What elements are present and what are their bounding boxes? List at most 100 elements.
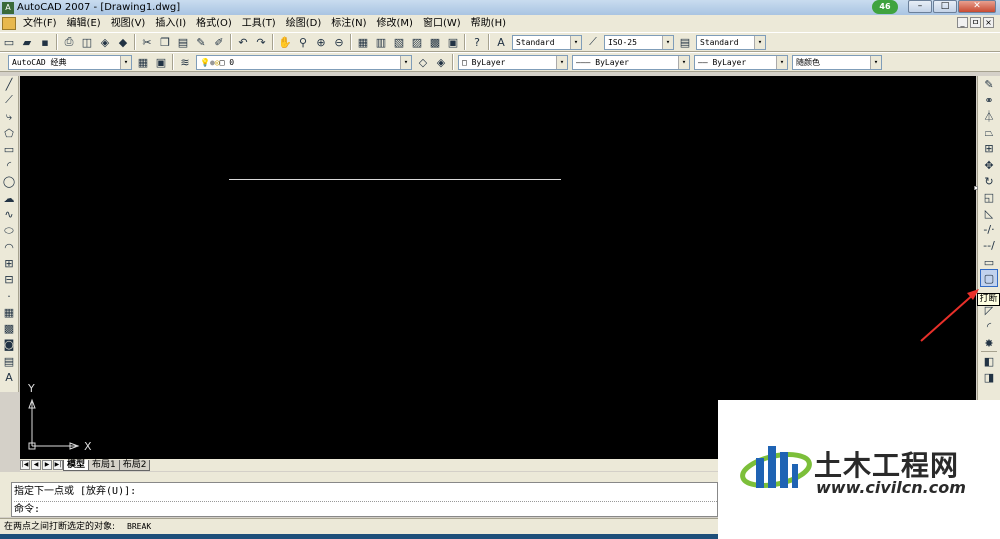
- rotate-icon[interactable]: ↻: [981, 173, 997, 189]
- autocad-app-icon[interactable]: A: [2, 1, 14, 14]
- insert-block-icon[interactable]: ⊞: [1, 255, 17, 271]
- workspace-save-icon[interactable]: ▣: [153, 54, 169, 70]
- text-style-select[interactable]: Standard ▾: [512, 34, 582, 50]
- publish-icon[interactable]: ◈: [97, 34, 113, 50]
- mirror-icon[interactable]: ⏃: [981, 108, 997, 124]
- menu-file[interactable]: 文件(F): [18, 15, 62, 32]
- menu-window[interactable]: 窗口(W): [418, 15, 466, 32]
- menu-edit[interactable]: 编辑(E): [62, 15, 106, 32]
- command-line[interactable]: 指定下一点或 [放弃(U)]: 命令:: [11, 482, 719, 517]
- menu-tools[interactable]: 工具(T): [237, 15, 281, 32]
- plot-preview-icon[interactable]: ◫: [79, 34, 95, 50]
- tab-next-button[interactable]: ▶: [42, 460, 52, 470]
- ellipse-arc-icon[interactable]: ◠: [1, 239, 17, 255]
- menu-view[interactable]: 视图(V): [106, 15, 151, 32]
- erase-icon[interactable]: ✎: [981, 76, 997, 92]
- array-icon[interactable]: ⊞: [981, 141, 997, 157]
- paste-icon[interactable]: ▤: [175, 34, 191, 50]
- properties-icon[interactable]: ▦: [355, 34, 371, 50]
- markup-icon[interactable]: ▩: [427, 34, 443, 50]
- zoom-window-icon[interactable]: ⊕: [313, 34, 329, 50]
- doc-minimize-button[interactable]: _: [957, 17, 968, 28]
- text-style-icon[interactable]: A: [493, 34, 509, 50]
- layer-previous-icon[interactable]: ◈: [433, 54, 449, 70]
- ellipse-icon[interactable]: ⬭: [1, 223, 17, 239]
- table-icon[interactable]: ▤: [1, 353, 17, 369]
- scale-icon[interactable]: ◱: [981, 189, 997, 205]
- workspace-select[interactable]: AutoCAD 经典 ▾: [8, 54, 132, 70]
- line-icon[interactable]: ╱: [1, 76, 17, 92]
- lineweight-select[interactable]: —— ByLayer ▾: [694, 54, 788, 70]
- multiline-text-icon[interactable]: A: [1, 369, 17, 385]
- zoom-realtime-icon[interactable]: ⚲: [295, 34, 311, 50]
- break-at-point-icon[interactable]: ▭: [981, 254, 997, 270]
- match-properties-icon[interactable]: ✎: [193, 34, 209, 50]
- 3d-dwf-icon[interactable]: ◆: [115, 34, 131, 50]
- make-block-icon[interactable]: ⊟: [1, 272, 17, 288]
- redo-icon[interactable]: ↷: [253, 34, 269, 50]
- construction-line-icon[interactable]: ⟋: [1, 92, 17, 108]
- break-icon[interactable]: ▢: [980, 269, 998, 288]
- draw-order-icon[interactable]: ◧: [981, 353, 997, 369]
- circle-icon[interactable]: ◯: [1, 174, 17, 190]
- linetype-select[interactable]: ——— ByLayer ▾: [572, 54, 690, 70]
- hatch-icon[interactable]: ▦: [1, 304, 17, 320]
- zoom-previous-icon[interactable]: ⊖: [331, 34, 347, 50]
- doc-close-button[interactable]: ×: [983, 17, 994, 28]
- tab-layout2[interactable]: 布局2: [118, 459, 151, 471]
- cut-icon[interactable]: ✂: [139, 34, 155, 50]
- tab-model[interactable]: 模型: [63, 459, 90, 471]
- doc-restore-button[interactable]: ㅁ: [970, 17, 981, 28]
- close-button[interactable]: ✕: [958, 0, 996, 13]
- workspace-settings-icon[interactable]: ▦: [135, 54, 151, 70]
- point-icon[interactable]: ·: [1, 288, 17, 304]
- open-icon[interactable]: ▰: [19, 34, 35, 50]
- tab-prev-button[interactable]: ◀: [31, 460, 41, 470]
- trim-icon[interactable]: -/·: [981, 222, 997, 238]
- command-prompt[interactable]: 命令:: [14, 501, 719, 517]
- revision-cloud-icon[interactable]: ☁: [1, 190, 17, 206]
- plotstyle-select[interactable]: 随颜色 ▾: [792, 54, 882, 70]
- menu-format[interactable]: 格式(O): [191, 15, 237, 32]
- sheet-set-icon[interactable]: ▨: [409, 34, 425, 50]
- dim-style-icon[interactable]: ⟋: [585, 34, 601, 50]
- drawn-line[interactable]: [229, 179, 561, 180]
- tool-palettes-icon[interactable]: ▧: [391, 34, 407, 50]
- polygon-icon[interactable]: ⬠: [1, 125, 17, 141]
- dim-style-select[interactable]: ISO-25 ▾: [604, 34, 674, 50]
- tab-first-button[interactable]: |◀: [20, 460, 30, 470]
- table-style-icon[interactable]: ▤: [677, 34, 693, 50]
- pan-icon[interactable]: ✋: [277, 34, 293, 50]
- gradient-icon[interactable]: ▩: [1, 320, 17, 336]
- spline-icon[interactable]: ∿: [1, 206, 17, 222]
- save-icon[interactable]: ▪: [37, 34, 53, 50]
- copy-icon[interactable]: ❐: [157, 34, 173, 50]
- tab-last-button[interactable]: ▶|: [53, 460, 63, 470]
- arc-icon[interactable]: ◜: [1, 157, 17, 173]
- region-icon[interactable]: ◙: [1, 337, 17, 353]
- document-menu-icon[interactable]: [2, 17, 16, 30]
- layer-manager-icon[interactable]: ≋: [177, 54, 193, 70]
- minimize-button[interactable]: –: [908, 0, 932, 13]
- move-icon[interactable]: ✥: [981, 157, 997, 173]
- rectangle-icon[interactable]: ▭: [1, 141, 17, 157]
- stretch-icon[interactable]: ◺: [981, 206, 997, 222]
- design-center-icon[interactable]: ▥: [373, 34, 389, 50]
- tab-layout1[interactable]: 布局1: [88, 459, 120, 471]
- block-editor-icon[interactable]: ✐: [211, 34, 227, 50]
- menu-modify[interactable]: 修改(M): [372, 15, 418, 32]
- calculator-icon[interactable]: ▣: [445, 34, 461, 50]
- make-current-layer-icon[interactable]: ◇: [415, 54, 431, 70]
- maximize-button[interactable]: □: [933, 0, 957, 13]
- plot-icon[interactable]: ⎙: [61, 34, 77, 50]
- menu-draw[interactable]: 绘图(D): [281, 15, 327, 32]
- polyline-icon[interactable]: ⤷: [1, 109, 17, 125]
- menu-insert[interactable]: 插入(I): [150, 15, 191, 32]
- undo-icon[interactable]: ↶: [235, 34, 251, 50]
- new-icon[interactable]: ▭: [1, 34, 17, 50]
- menu-help[interactable]: 帮助(H): [466, 15, 511, 32]
- draw-order-back-icon[interactable]: ◨: [981, 369, 997, 385]
- extend-icon[interactable]: --/: [981, 238, 997, 254]
- menu-dimension[interactable]: 标注(N): [326, 15, 371, 32]
- help-icon[interactable]: ?: [469, 34, 485, 50]
